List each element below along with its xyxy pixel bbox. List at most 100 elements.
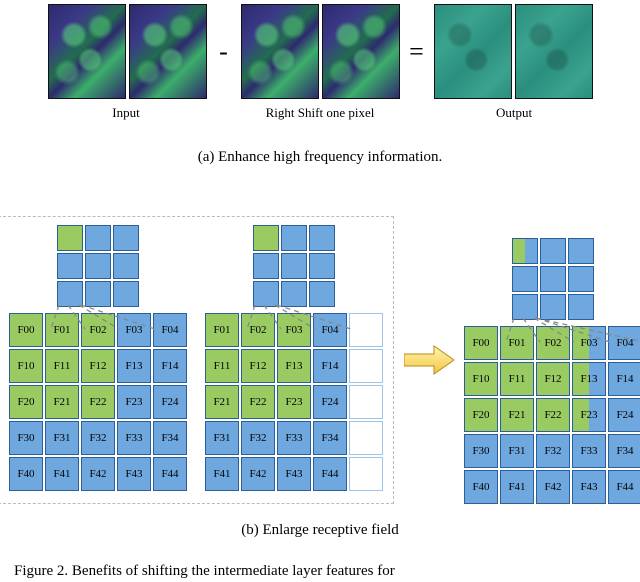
grid-cell: F33 bbox=[117, 421, 151, 455]
grid-cell: F00 bbox=[464, 326, 498, 360]
grid-cell: F34 bbox=[608, 434, 640, 468]
label-shift: Right Shift one pixel bbox=[240, 105, 400, 121]
grid-cell: F21 bbox=[45, 385, 79, 419]
grid-cell: F40 bbox=[464, 470, 498, 504]
grid-cell: F14 bbox=[608, 362, 640, 396]
col-mid: F01F02F03F04F11F12F13F14F21F22F23F24F31F… bbox=[205, 225, 383, 491]
grid-cell: F32 bbox=[241, 421, 275, 455]
feature-grid-1: F00F01F02F03F04F10F11F12F13F14F20F21F22F… bbox=[9, 313, 187, 491]
mini-1-block bbox=[57, 225, 139, 307]
grid-cell: F42 bbox=[241, 457, 275, 491]
grid-cell: F11 bbox=[500, 362, 534, 396]
grid-cell: F24 bbox=[313, 385, 347, 419]
grid-cell: F14 bbox=[313, 349, 347, 383]
grid-cell: F12 bbox=[81, 349, 115, 383]
panel-a: - = Input Right Shift one pixel Output bbox=[0, 0, 640, 135]
grid-cell: F30 bbox=[464, 434, 498, 468]
grid-cell: F33 bbox=[572, 434, 606, 468]
mini-grid-3 bbox=[512, 238, 594, 320]
grid-cell: F42 bbox=[536, 470, 570, 504]
panel-b: F00F01F02F03F04F10F11F12F13F14F20F21F22F… bbox=[0, 166, 640, 539]
label-output: Output bbox=[434, 105, 594, 121]
mini-grid-1 bbox=[57, 225, 139, 307]
input-thumb-1 bbox=[48, 4, 126, 99]
figure-caption: Figure 2. Benefits of shifting the inter… bbox=[14, 563, 626, 580]
grid-cell: F24 bbox=[608, 398, 640, 432]
grid-cell bbox=[349, 349, 383, 383]
grid-cell: F22 bbox=[241, 385, 275, 419]
conn-lines-1 bbox=[55, 305, 141, 331]
col-right: F00F01F02F03F04F10F11F12F13F14F20F21F22F… bbox=[464, 238, 640, 504]
minus-operator: - bbox=[213, 37, 235, 67]
caption-b: (b) Enlarge receptive field bbox=[0, 522, 640, 539]
shifted-thumb-set bbox=[241, 4, 400, 99]
panel-a-labels: Input Right Shift one pixel Output bbox=[10, 105, 630, 121]
grid-cell: F31 bbox=[205, 421, 239, 455]
grid-cell bbox=[349, 385, 383, 419]
grid-cell: F31 bbox=[500, 434, 534, 468]
grid-cell: F20 bbox=[9, 385, 43, 419]
grid-cell: F22 bbox=[536, 398, 570, 432]
grid-cell: F01 bbox=[205, 313, 239, 347]
grid-cell: F13 bbox=[117, 349, 151, 383]
grid-cell: F12 bbox=[536, 362, 570, 396]
equals-operator: = bbox=[406, 37, 428, 67]
grid-cell: F14 bbox=[153, 349, 187, 383]
output-thumb-1 bbox=[434, 4, 512, 99]
grid-cell: F00 bbox=[9, 313, 43, 347]
grid-cell bbox=[349, 457, 383, 491]
grid-cell: F20 bbox=[464, 398, 498, 432]
panel-a-row: - = bbox=[10, 4, 630, 99]
grid-cell: F34 bbox=[313, 421, 347, 455]
label-input: Input bbox=[46, 105, 206, 121]
grid-cell: F40 bbox=[9, 457, 43, 491]
grid-cell: F41 bbox=[205, 457, 239, 491]
grid-cell: F13 bbox=[572, 362, 606, 396]
grid-cell: F44 bbox=[313, 457, 347, 491]
grid-cell: F12 bbox=[241, 349, 275, 383]
mini-grid-2 bbox=[253, 225, 335, 307]
grid-cell: F21 bbox=[205, 385, 239, 419]
grid-cell: F32 bbox=[81, 421, 115, 455]
grid-cell: F23 bbox=[572, 398, 606, 432]
grid-cell: F31 bbox=[45, 421, 79, 455]
arrow-col bbox=[404, 275, 454, 445]
feature-grid-3: F00F01F02F03F04F10F11F12F13F14F20F21F22F… bbox=[464, 326, 640, 504]
output-thumb-set bbox=[434, 4, 593, 99]
grid-cell: F04 bbox=[153, 313, 187, 347]
dashed-pair: F00F01F02F03F04F10F11F12F13F14F20F21F22F… bbox=[0, 216, 394, 504]
shifted-thumb-2 bbox=[322, 4, 400, 99]
grid-cell: F11 bbox=[205, 349, 239, 383]
mini-2-block bbox=[253, 225, 335, 307]
grid-cell: F22 bbox=[81, 385, 115, 419]
grid-cell: F23 bbox=[117, 385, 151, 419]
grid-cell: F41 bbox=[45, 457, 79, 491]
grid-cell: F43 bbox=[117, 457, 151, 491]
grid-cell: F11 bbox=[45, 349, 79, 383]
grid-cell: F30 bbox=[9, 421, 43, 455]
grid-cell bbox=[349, 421, 383, 455]
grid-cell: F23 bbox=[277, 385, 311, 419]
col-left: F00F01F02F03F04F10F11F12F13F14F20F21F22F… bbox=[9, 225, 187, 491]
grid-cell: F44 bbox=[608, 470, 640, 504]
mini-3-block bbox=[512, 238, 594, 320]
conn-lines-2 bbox=[251, 305, 337, 331]
grid-cell: F44 bbox=[153, 457, 187, 491]
grid-cell bbox=[349, 313, 383, 347]
feature-grid-2: F01F02F03F04F11F12F13F14F21F22F23F24F31F… bbox=[205, 313, 383, 491]
panel-b-row: F00F01F02F03F04F10F11F12F13F14F20F21F22F… bbox=[0, 216, 640, 504]
grid-cell: F10 bbox=[9, 349, 43, 383]
grid-cell: F10 bbox=[464, 362, 498, 396]
grid-cell: F13 bbox=[277, 349, 311, 383]
grid-cell: F34 bbox=[153, 421, 187, 455]
grid-cell: F43 bbox=[277, 457, 311, 491]
grid-cell: F42 bbox=[81, 457, 115, 491]
grid-cell: F24 bbox=[153, 385, 187, 419]
arrow-icon bbox=[404, 342, 454, 378]
grid-cell: F33 bbox=[277, 421, 311, 455]
shifted-thumb-1 bbox=[241, 4, 319, 99]
grid-cell: F04 bbox=[608, 326, 640, 360]
caption-a: (a) Enhance high frequency information. bbox=[0, 149, 640, 166]
grid-cell: F21 bbox=[500, 398, 534, 432]
output-thumb-2 bbox=[515, 4, 593, 99]
